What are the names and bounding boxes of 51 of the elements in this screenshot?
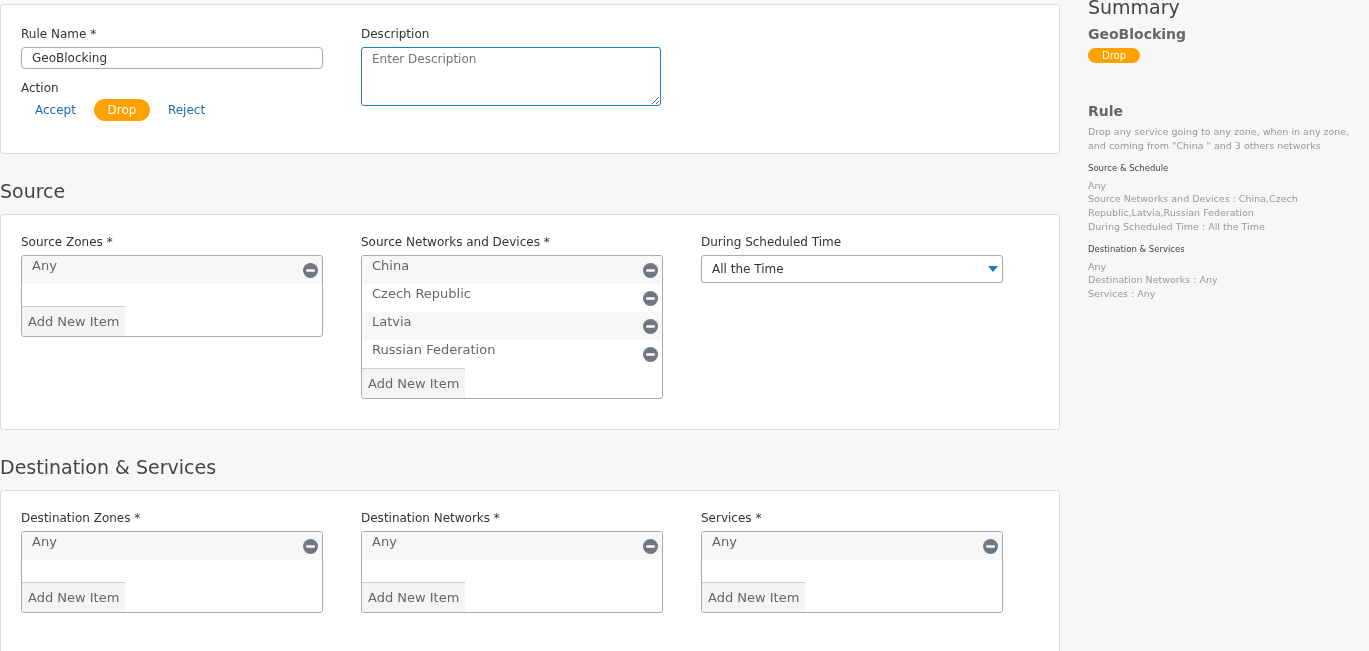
summary-line: Destination Networks : Any: [1088, 273, 1219, 288]
field-label: Destination Networks *: [361, 511, 501, 525]
summary-line: Any: [1088, 178, 1108, 193]
summary-line: Services : Any: [1088, 287, 1157, 301]
field-label: Source Zones *: [21, 235, 114, 249]
section-title: Source: [0, 180, 67, 202]
summary-line: During Scheduled Time : All the Time: [1088, 219, 1266, 234]
field-label: Services *: [701, 511, 763, 525]
rule-name-label: Rule Name *: [21, 27, 98, 41]
list-item: Any: [372, 533, 397, 549]
remove-icon[interactable]: [643, 318, 658, 334]
field-label: During Scheduled Time: [701, 235, 843, 249]
action-option[interactable]: Reject: [157, 99, 216, 121]
remove-icon[interactable]: [643, 262, 658, 278]
add-item-button[interactable]: Add New Item: [22, 582, 126, 612]
add-item-button[interactable]: Add New Item: [362, 582, 466, 612]
summary-line: Any: [1088, 259, 1108, 274]
rule-description: Drop any service going to any zone, when in any zone, and coming from "China " and 3 others networks: [1088, 125, 1351, 153]
rule-heading: Rule: [1088, 103, 1125, 119]
list-item: Any: [32, 533, 57, 549]
remove-icon[interactable]: [303, 538, 318, 554]
caret-icon: [988, 266, 998, 272]
action-label: Action: [21, 81, 60, 95]
list-item: Any: [712, 533, 737, 549]
add-item-button[interactable]: Add New Item: [22, 306, 126, 336]
remove-icon[interactable]: [303, 262, 318, 278]
remove-icon[interactable]: [643, 346, 658, 362]
add-item-button[interactable]: Add New Item: [702, 582, 806, 612]
list-item: Czech Republic: [372, 285, 471, 301]
summary-title: Summary: [1088, 0, 1181, 18]
summary-group-heading: Destination & Services: [1088, 243, 1186, 254]
list-item: China: [372, 257, 410, 273]
rule-name-field[interactable]: GeoBlocking: [21, 47, 323, 69]
field-label: Source Networks and Devices *: [361, 235, 551, 249]
field-label: Destination Zones *: [21, 511, 142, 525]
remove-icon[interactable]: [643, 538, 658, 554]
section-title: Destination & Services: [0, 456, 218, 478]
list-item: Latvia: [372, 313, 412, 329]
summary-line: Source Networks and Devices : China,Czech Republic,Latvia,Russian Federation: [1088, 192, 1299, 220]
description-label: Description: [361, 27, 431, 41]
list-item: Russian Federation: [372, 341, 496, 357]
action-option[interactable]: Accept: [25, 99, 86, 121]
list-item: Any: [32, 257, 57, 273]
add-item-button[interactable]: Add New Item: [362, 368, 466, 398]
action-badge: Drop: [1088, 48, 1141, 63]
description-field[interactable]: Enter Description: [361, 47, 661, 106]
remove-icon[interactable]: [983, 538, 998, 554]
schedule-dropdown[interactable]: All the Time: [701, 255, 1003, 283]
remove-icon[interactable]: [643, 290, 658, 306]
summary-group-heading: Source & Schedule: [1088, 162, 1170, 173]
summary-rule-name: GeoBlocking: [1088, 26, 1188, 42]
